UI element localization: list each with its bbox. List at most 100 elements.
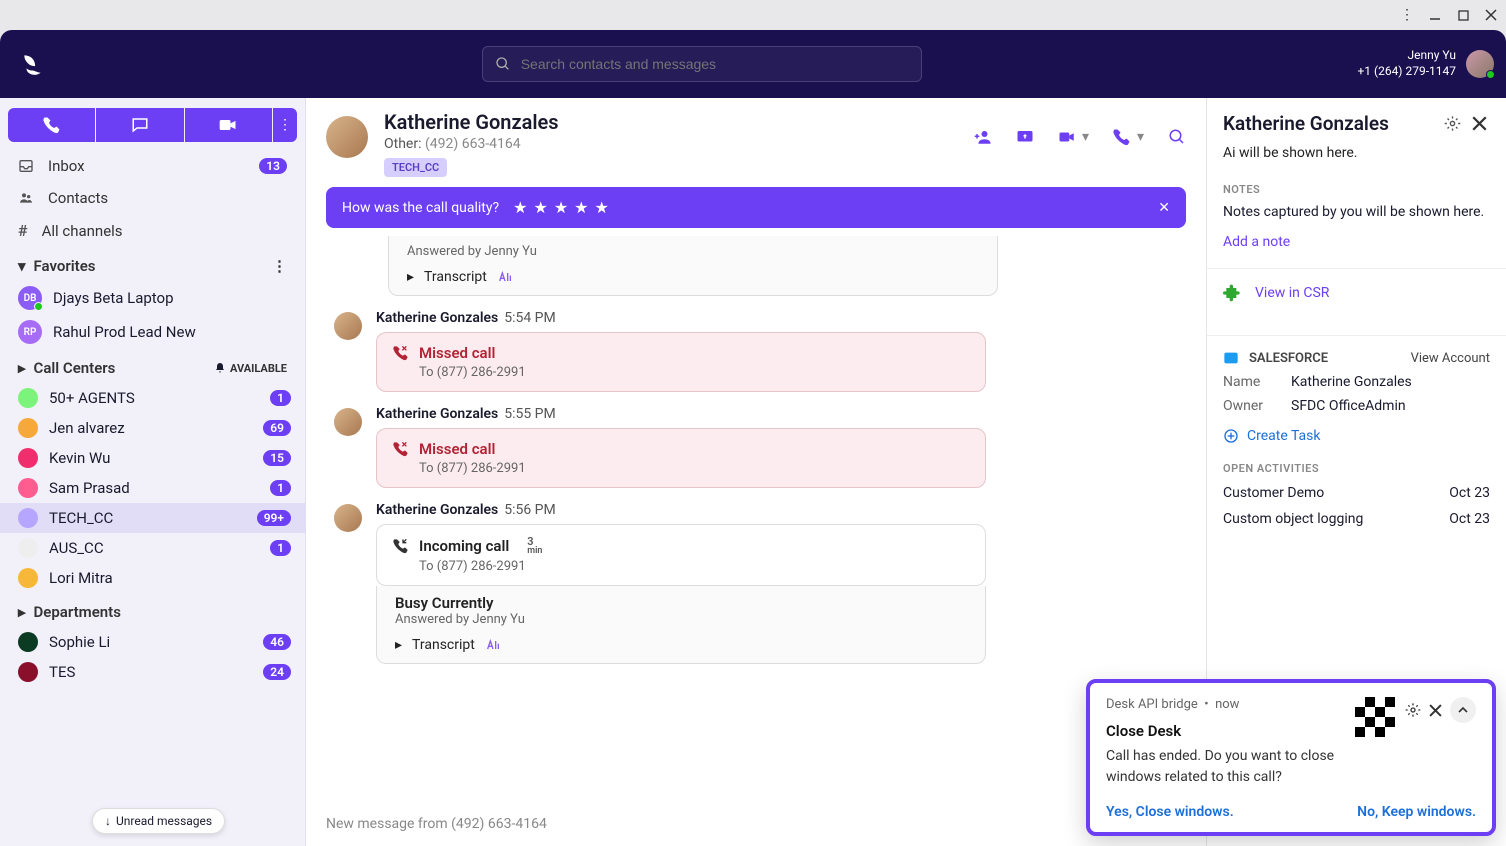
availability-badge[interactable]: AVAILABLE [214, 362, 287, 375]
favorite-item[interactable]: RP Rahul Prod Lead New [0, 315, 305, 349]
add-note-button[interactable]: Add a note [1223, 234, 1290, 250]
missed-call-icon [393, 345, 409, 361]
contact-name: Katherine Gonzales [384, 110, 958, 134]
chevron-right-icon: ▸ [395, 637, 402, 653]
screenshare-icon[interactable] [1016, 128, 1034, 146]
toast-no-button[interactable]: No, Keep windows. [1357, 804, 1476, 820]
call-center-item[interactable]: TECH_CC 99+ [0, 503, 305, 533]
search-in-convo-icon[interactable] [1168, 128, 1186, 146]
contact-avatar [326, 116, 368, 158]
department-item[interactable]: TES 24 [0, 657, 305, 687]
titlebar-menu-icon[interactable]: ⋮ [1400, 8, 1414, 22]
search-input[interactable] [482, 46, 922, 82]
department-item[interactable]: Sophie Li 46 [0, 627, 305, 657]
nav-hash[interactable]: # All channels [0, 214, 305, 247]
missed-call-icon [393, 441, 409, 457]
call-button[interactable] [8, 108, 95, 142]
star-icon[interactable]: ★ [595, 198, 609, 217]
color-dot-icon [18, 478, 38, 498]
app-tile-icon [1355, 697, 1395, 737]
video-more-icon[interactable]: ▾ [1082, 129, 1089, 145]
user-phone: +1 (264) 279-1147 [1357, 64, 1456, 80]
sender-avatar [334, 312, 362, 340]
phone-call-icon[interactable] [1113, 128, 1131, 146]
message-button[interactable] [96, 108, 183, 142]
incoming-call-icon [393, 538, 409, 554]
video-call-icon[interactable] [1058, 128, 1076, 146]
user-name: Jenny Yu [1357, 48, 1456, 64]
color-dot-icon [18, 568, 38, 588]
sf-name-value: Katherine Gonzales [1291, 374, 1412, 390]
more-icon[interactable]: ⋮ [272, 257, 287, 275]
call-center-item[interactable]: Jen alvarez 69 [0, 413, 305, 443]
video-button[interactable] [185, 108, 272, 142]
unread-messages-pill[interactable]: ↓ Unread messages [92, 808, 225, 834]
phone-more-icon[interactable]: ▾ [1137, 129, 1144, 145]
favorites-header[interactable]: ▾ Favorites ⋮ [0, 247, 305, 281]
favorite-item[interactable]: DB Djays Beta Laptop [0, 281, 305, 315]
contact-phone: Other: (492) 663-4164 [384, 136, 958, 152]
badge: 99+ [257, 510, 291, 526]
missed-call-card[interactable]: Missed call To (877) 286-2991 [376, 332, 986, 392]
rating-stars[interactable]: ★ ★ ★ ★ ★ [513, 198, 609, 217]
notes-label: NOTES [1223, 183, 1490, 196]
add-contact-icon[interactable] [974, 128, 992, 146]
call-center-item[interactable]: Kevin Wu 15 [0, 443, 305, 473]
incoming-call-card[interactable]: Incoming call 3min To (877) 286-2991 [376, 524, 986, 586]
star-icon[interactable]: ★ [554, 198, 568, 217]
search-field[interactable] [521, 56, 909, 72]
puzzle-icon [1223, 283, 1243, 303]
toast-close-icon[interactable] [1429, 704, 1442, 717]
call-center-item[interactable]: AUS_CC 1 [0, 533, 305, 563]
nav-inbox[interactable]: Inbox 13 [0, 150, 305, 182]
badge: 13 [259, 158, 287, 174]
star-icon[interactable]: ★ [574, 198, 588, 217]
more-actions-button[interactable]: ⋮ [273, 108, 297, 142]
ai-placeholder: Ai will be shown here. [1223, 145, 1490, 161]
dismiss-rating-icon[interactable]: ✕ [1158, 200, 1170, 216]
call-center-item[interactable]: 50+ AGENTS 1 [0, 383, 305, 413]
window-titlebar: ⋮ [0, 0, 1506, 30]
color-dot-icon [18, 388, 38, 408]
tag-chip[interactable]: TECH_CC [384, 158, 447, 177]
close-icon[interactable] [1484, 8, 1498, 22]
maximize-icon[interactable] [1456, 8, 1470, 22]
badge: 1 [270, 390, 291, 406]
view-in-csr-button[interactable]: View in CSR [1223, 269, 1490, 317]
call-centers-header[interactable]: ▸ Call Centers AVAILABLE [0, 349, 305, 383]
salesforce-icon [1223, 350, 1239, 366]
sender-avatar [334, 408, 362, 436]
minimize-icon[interactable] [1428, 8, 1442, 22]
color-dot-icon [18, 632, 38, 652]
close-panel-icon[interactable] [1472, 116, 1490, 131]
nav-contacts[interactable]: Contacts [0, 182, 305, 214]
close-desk-toast: Desk API bridge • now Close Desk Call ha… [1086, 679, 1496, 836]
view-account-button[interactable]: View Account [1411, 351, 1490, 366]
departments-header[interactable]: ▸ Departments [0, 593, 305, 627]
transcript-toggle[interactable]: ▸ Transcript [407, 259, 979, 285]
sf-owner-value: SFDC OfficeAdmin [1291, 398, 1406, 414]
transcript-toggle[interactable]: ▸ Transcript [395, 627, 967, 653]
activity-row[interactable]: Customer Demo Oct 23 [1223, 475, 1490, 501]
call-center-item[interactable]: Lori Mitra [0, 563, 305, 593]
call-duration: 3min [527, 536, 542, 556]
star-icon[interactable]: ★ [533, 198, 547, 217]
answered-card: Answered by Jenny Yu ▸ Transcript [388, 236, 998, 296]
toast-yes-button[interactable]: Yes, Close windows. [1106, 804, 1234, 820]
app-logo-icon [20, 51, 46, 77]
color-dot-icon [18, 448, 38, 468]
message-composer[interactable]: New message from (492) 663-4164 [306, 806, 1206, 846]
ai-icon [497, 269, 513, 285]
missed-call-card[interactable]: Missed call To (877) 286-2991 [376, 428, 986, 488]
user-menu[interactable]: Jenny Yu +1 (264) 279-1147 [1357, 48, 1494, 79]
toast-collapse-icon[interactable] [1450, 697, 1476, 723]
activity-row[interactable]: Custom object logging Oct 23 [1223, 501, 1490, 527]
chevron-down-icon: ▾ [18, 257, 26, 275]
call-center-item[interactable]: Sam Prasad 1 [0, 473, 305, 503]
toast-settings-icon[interactable] [1405, 702, 1421, 718]
activity-date: Oct 23 [1449, 511, 1490, 527]
create-task-button[interactable]: Create Task [1223, 428, 1490, 444]
conversation-pane: Katherine Gonzales Other: (492) 663-4164… [306, 98, 1206, 846]
gear-icon[interactable] [1444, 115, 1462, 132]
star-icon[interactable]: ★ [513, 198, 527, 217]
